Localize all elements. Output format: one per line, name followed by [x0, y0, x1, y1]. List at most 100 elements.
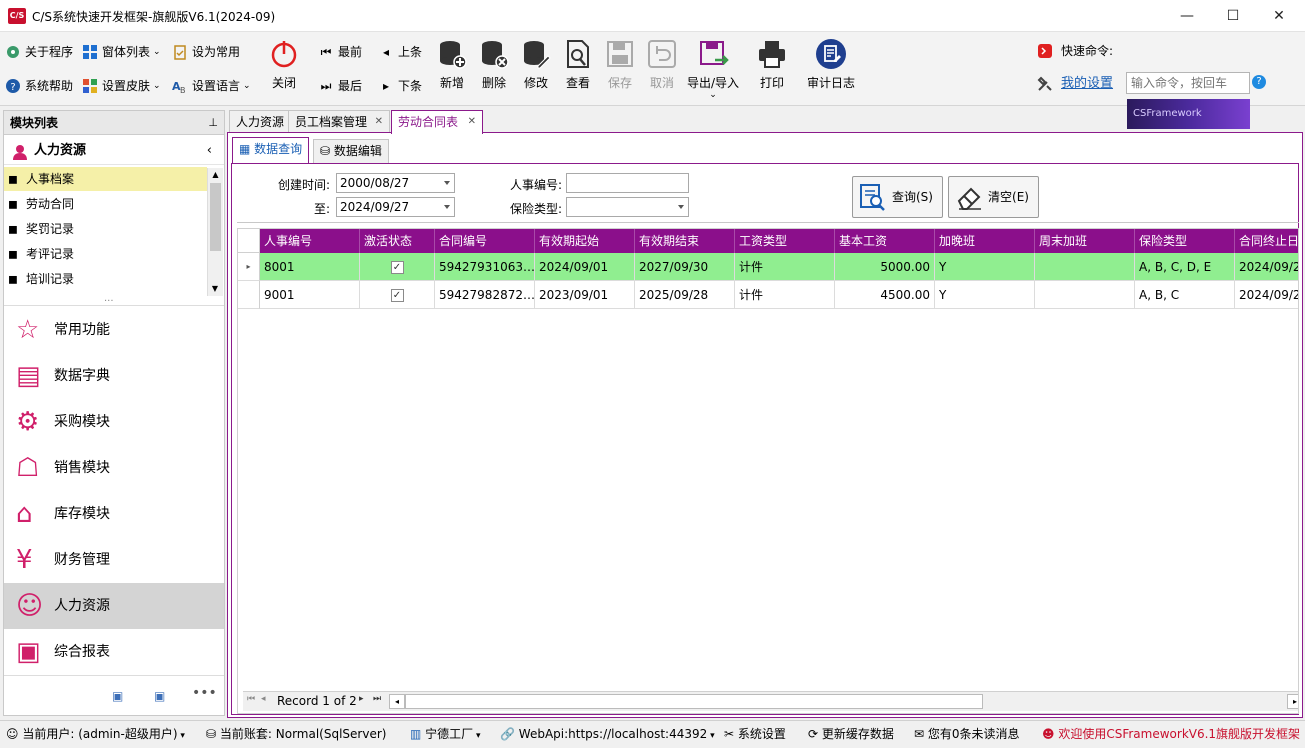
maximize-button[interactable]: ☐: [1210, 0, 1256, 32]
horizontal-scroll-thumb[interactable]: [405, 694, 983, 709]
nav-item[interactable]: ⌂ 库存模块: [4, 491, 224, 537]
next-record-button[interactable]: ▸ 下条: [378, 76, 422, 96]
print-button[interactable]: 打印: [748, 38, 796, 91]
overflow-icon[interactable]: ▣: [154, 689, 165, 703]
nav-item[interactable]: ☖ 销售模块: [4, 445, 224, 491]
column-header[interactable]: 加晚班: [935, 229, 1035, 253]
close-tab-icon[interactable]: ✕: [375, 111, 383, 133]
nav-last-icon[interactable]: ⏭: [373, 694, 381, 704]
chevron-down-icon[interactable]: [444, 205, 450, 209]
clear-button[interactable]: 清空(E): [948, 176, 1039, 218]
row-indicator[interactable]: ▸: [238, 253, 260, 281]
table-cell[interactable]: ✓: [360, 253, 435, 281]
last-record-button[interactable]: ⏭ 最后: [318, 76, 362, 96]
tree-item[interactable]: ◼ 人事档案: [4, 167, 207, 191]
emp-no-input[interactable]: [566, 173, 689, 193]
table-cell[interactable]: 2024/09/2: [1235, 253, 1298, 281]
scroll-left-icon[interactable]: ◂: [389, 694, 405, 709]
table-cell[interactable]: 4500.00: [835, 281, 935, 309]
table-cell[interactable]: ✓: [360, 281, 435, 309]
refresh-cache-button[interactable]: ⟳ 更新缓存数据: [808, 721, 894, 748]
table-cell[interactable]: [1035, 281, 1135, 309]
audit-log-button[interactable]: 审计日志: [800, 38, 862, 91]
column-header[interactable]: 人事编号: [260, 229, 360, 253]
nav-item[interactable]: ☺ 人力资源: [4, 583, 224, 629]
cancel-button[interactable]: 取消: [638, 38, 686, 91]
system-settings-button[interactable]: ✂ 系统设置: [724, 721, 786, 748]
doc-tab-employee[interactable]: 员工档案管理 ✕: [288, 110, 391, 133]
table-cell[interactable]: Y: [935, 253, 1035, 281]
table-cell[interactable]: 计件: [735, 281, 835, 309]
webapi-selector[interactable]: 🔗 WebApi:https://localhost:44392 ▾: [500, 721, 715, 748]
chevron-down-icon[interactable]: [678, 205, 684, 209]
tree-item[interactable]: ◼ 培训记录: [4, 267, 207, 291]
table-cell[interactable]: 2027/09/30: [635, 253, 735, 281]
table-cell[interactable]: [1035, 253, 1135, 281]
doc-tab-hr[interactable]: 人力资源: [229, 110, 292, 133]
quick-command-input[interactable]: [1126, 72, 1250, 94]
help-button[interactable]: ? 系统帮助: [5, 76, 73, 96]
messages-button[interactable]: ✉ 您有0条未读消息: [914, 721, 1020, 748]
module-group-header[interactable]: 人力资源 ‹: [4, 137, 224, 165]
table-cell[interactable]: 2025/09/28: [635, 281, 735, 309]
table-cell[interactable]: 计件: [735, 253, 835, 281]
nav-item[interactable]: ▤ 数据字典: [4, 353, 224, 399]
column-header[interactable]: 合同编号: [435, 229, 535, 253]
overflow-icon[interactable]: ▣: [112, 689, 123, 703]
created-from-field[interactable]: 2000/08/27: [336, 173, 455, 193]
close-window-button[interactable]: ✕: [1256, 0, 1302, 32]
minimize-button[interactable]: —: [1164, 0, 1210, 32]
created-to-field[interactable]: 2024/09/27: [336, 197, 455, 217]
add-button[interactable]: 新增: [428, 38, 476, 91]
column-header[interactable]: 周末加班: [1035, 229, 1135, 253]
nav-prev-icon[interactable]: ◂: [261, 694, 266, 704]
table-cell[interactable]: 9001: [260, 281, 360, 309]
about-button[interactable]: 关于程序: [5, 42, 73, 62]
prev-record-button[interactable]: ◂ 上条: [378, 42, 422, 62]
table-cell[interactable]: A, B, C, D, E: [1135, 253, 1235, 281]
table-cell[interactable]: 2024/09/2: [1235, 281, 1298, 309]
scroll-thumb[interactable]: [210, 183, 221, 251]
tree-item[interactable]: ◼ 考评记录: [4, 242, 207, 266]
table-row[interactable]: 9001 ✓ 59427982872… 2023/09/01 2025/09/28 计件 4…: [238, 281, 1298, 309]
nav-item[interactable]: ⚙ 采购模块: [4, 399, 224, 445]
window-list-button[interactable]: 窗体列表 ⌄: [82, 42, 161, 62]
column-header[interactable]: 激活状态: [360, 229, 435, 253]
language-button[interactable]: AB 设置语言 ⌄: [172, 76, 251, 96]
table-cell[interactable]: 2023/09/01: [535, 281, 635, 309]
table-cell[interactable]: Y: [935, 281, 1035, 309]
tree-item[interactable]: ◼ 劳动合同: [4, 192, 207, 216]
save-button[interactable]: 保存: [596, 38, 644, 91]
table-row[interactable]: ▸ 8001 ✓ 59427931063… 2024/09/01 2027/09/30 计件…: [238, 253, 1298, 281]
first-record-button[interactable]: ⏮ 最前: [318, 42, 362, 62]
active-checkbox[interactable]: ✓: [390, 289, 404, 302]
nav-item[interactable]: ▣ 综合报表: [4, 629, 224, 675]
collapse-icon[interactable]: ‹: [207, 137, 212, 165]
skin-button[interactable]: 设置皮肤 ⌄: [82, 76, 161, 96]
export-import-button[interactable]: 导出/导入 ⌄: [684, 38, 742, 100]
splitter-dots[interactable]: ...: [104, 293, 114, 304]
scroll-right-icon[interactable]: ▸: [1287, 694, 1298, 709]
tree-scrollbar[interactable]: ▲ ▼: [207, 168, 223, 296]
active-checkbox[interactable]: ✓: [390, 261, 404, 274]
pin-icon[interactable]: ⊥: [208, 111, 218, 135]
insurance-select[interactable]: [566, 197, 689, 217]
help-circle-icon[interactable]: ?: [1252, 75, 1266, 89]
scroll-down-icon[interactable]: ▼: [208, 282, 222, 296]
set-common-button[interactable]: 设为常用: [172, 42, 240, 62]
edit-button[interactable]: 修改: [512, 38, 560, 91]
more-options-icon[interactable]: •••: [192, 685, 217, 701]
doc-tab-contract[interactable]: 劳动合同表 ✕: [391, 110, 484, 134]
view-button[interactable]: 查看: [554, 38, 602, 91]
column-header[interactable]: 工资类型: [735, 229, 835, 253]
scroll-up-icon[interactable]: ▲: [208, 168, 223, 182]
column-header[interactable]: 有效期结束: [635, 229, 735, 253]
table-cell[interactable]: 59427931063…: [435, 253, 535, 281]
current-user[interactable]: ☺ 当前用户: (admin-超级用户) ▾: [6, 721, 185, 748]
nav-first-icon[interactable]: ⏮: [247, 694, 255, 704]
table-cell[interactable]: 5000.00: [835, 253, 935, 281]
close-button[interactable]: 关闭: [260, 38, 308, 91]
search-button[interactable]: 查询(S): [852, 176, 943, 218]
nav-item[interactable]: ¥ 财务管理: [4, 537, 224, 583]
table-cell[interactable]: A, B, C: [1135, 281, 1235, 309]
